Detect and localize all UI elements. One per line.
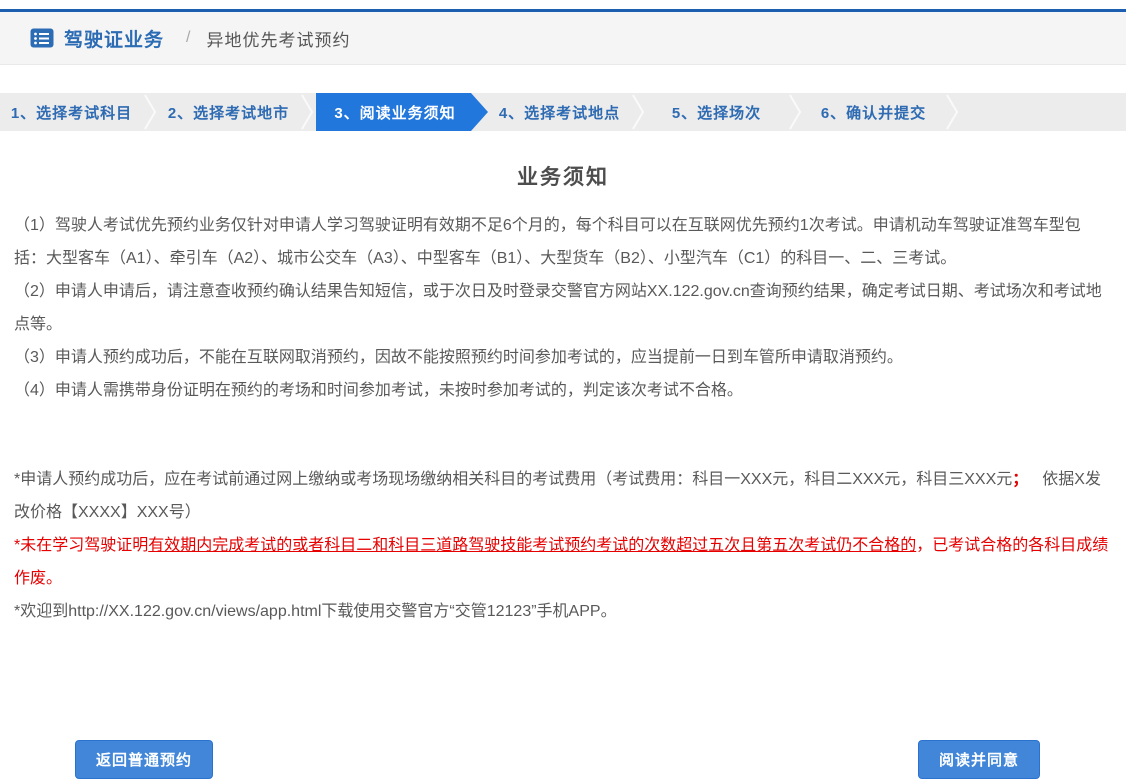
notice-paragraph-4: （4）申请人需携带身份证明在预约的考场和时间参加考试，未按时参加考试的，判定该次… (14, 374, 1112, 407)
read-and-agree-button[interactable]: 阅读并同意 (918, 740, 1040, 779)
step-label: 4、选择考试地点 (499, 102, 620, 123)
warning-text-underlined: 有效期内完成考试的或者科目二和科目三道路驾驶技能考试预约考试的次数超过五次且第五… (148, 537, 916, 554)
step-6-confirm-submit[interactable]: 6、确认并提交 (802, 93, 945, 131)
notice-paragraphs: （1）驾驶人考试优先预约业务仅针对申请人学习驾驶证明有效期不足6个月的，每个科目… (14, 209, 1112, 407)
steps-bar: 1、选择考试科目 2、选择考试地市 3、阅读业务须知 4、选择考试地点 5、选择… (0, 93, 1126, 131)
back-to-normal-booking-button[interactable]: 返回普通预约 (75, 740, 213, 779)
step-5-select-session[interactable]: 5、选择场次 (645, 93, 788, 131)
step-1-select-subject[interactable]: 1、选择考试科目 (0, 93, 143, 131)
notice-paragraph-1: （1）驾驶人考试优先预约业务仅针对申请人学习驾驶证明有效期不足6个月的，每个科目… (14, 209, 1112, 275)
fee-note-text: *申请人预约成功后，应在考试前通过网上缴纳或考场现场缴纳相关科目的考试费用（考试… (14, 471, 1012, 488)
step-separator-icon (788, 93, 802, 131)
notice-paragraph-3: （3）申请人预约成功后，不能在互联网取消预约，因故不能按照预约时间参加考试的，应… (14, 341, 1112, 374)
breadcrumb-separator: / (186, 29, 190, 47)
app-download-note: *欢迎到http://XX.122.gov.cn/views/app.html下… (14, 595, 1112, 628)
top-spacer (0, 0, 1126, 9)
step-label: 6、确认并提交 (821, 102, 926, 123)
breadcrumb-page-title: 异地优先考试预约 (206, 26, 350, 51)
step-2-select-city[interactable]: 2、选择考试地市 (157, 93, 300, 131)
fee-note: *申请人预约成功后，应在考试前通过网上缴纳或考场现场缴纳相关科目的考试费用（考试… (14, 463, 1112, 529)
step-label: 1、选择考试科目 (11, 102, 132, 123)
step-separator-icon (300, 93, 314, 131)
step-label: 3、阅读业务须知 (334, 102, 455, 123)
step-label: 2、选择考试地市 (168, 102, 289, 123)
fee-note-red-mark: ； (1012, 471, 1028, 488)
step-separator-icon (143, 93, 157, 131)
notice-content: 业务须知 （1）驾驶人考试优先预约业务仅针对申请人学习驾驶证明有效期不足6个月的… (0, 161, 1126, 628)
step-separator-icon (945, 93, 959, 131)
warning-text-start: *未在学习驾驶证明 (14, 537, 148, 554)
step-3-read-notice-active[interactable]: 3、阅读业务须知 (316, 93, 488, 131)
steps-bar-filler (959, 93, 1126, 131)
notice-title: 业务须知 (14, 161, 1112, 191)
list-menu-icon (30, 28, 54, 48)
expiry-warning-note: *未在学习驾驶证明有效期内完成考试的或者科目二和科目三道路驾驶技能考试预约考试的… (14, 529, 1112, 595)
page-header: 驾驶证业务 / 异地优先考试预约 (0, 9, 1126, 65)
footer-actions: 返回普通预约 阅读并同意 (0, 740, 1126, 779)
notice-paragraph-2: （2）申请人申请后，请注意查收预约确认结果告知短信，或于次日及时登录交警官方网站… (14, 275, 1112, 341)
step-label: 5、选择场次 (672, 102, 761, 123)
breadcrumb-section[interactable]: 驾驶证业务 (64, 25, 164, 52)
step-separator-icon (631, 93, 645, 131)
step-4-select-site[interactable]: 4、选择考试地点 (488, 93, 631, 131)
